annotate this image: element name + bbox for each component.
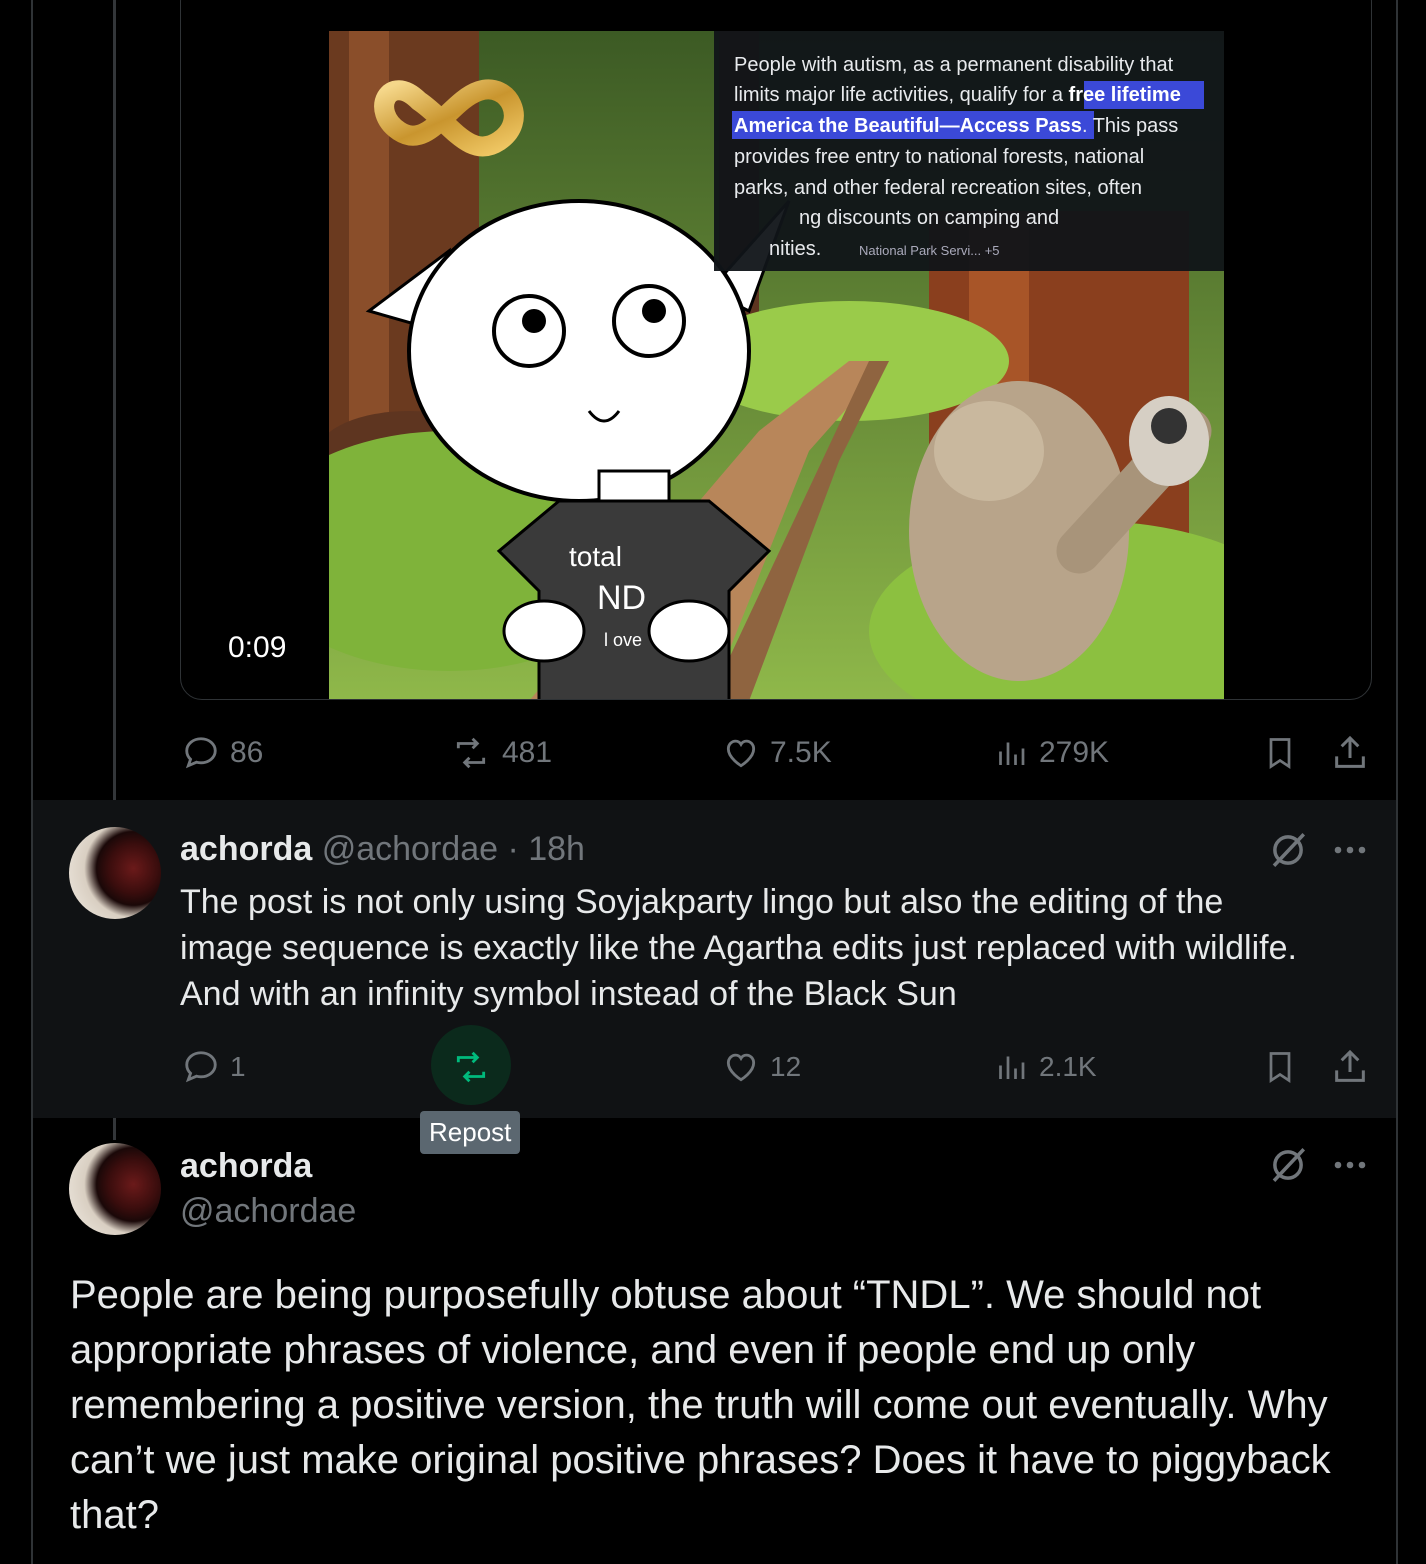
reply-count: 1 bbox=[230, 1051, 246, 1082]
author-handle[interactable]: @achordae bbox=[180, 1192, 356, 1230]
video-player[interactable]: total ND l ove People with autism, as a … bbox=[180, 0, 1372, 700]
view-count: 2.1K bbox=[1039, 1051, 1097, 1082]
like-count: 12 bbox=[770, 1051, 802, 1082]
repost-button[interactable]: 481 bbox=[450, 733, 552, 773]
views-button[interactable]: 279K bbox=[993, 733, 1109, 773]
avatar[interactable] bbox=[69, 827, 161, 919]
overlay-source: National Park Servi... +5 bbox=[859, 243, 1000, 258]
reply-text: The post is not only using Soyjakparty l… bbox=[180, 883, 1297, 1013]
repost-icon bbox=[456, 737, 486, 769]
repost-icon bbox=[456, 1051, 486, 1083]
repost-tooltip: Repost bbox=[420, 1111, 521, 1154]
shirt-text: l ove bbox=[604, 630, 642, 650]
bookmark-icon bbox=[1269, 1052, 1291, 1084]
repost-count: 481 bbox=[502, 736, 553, 769]
reply-button[interactable]: 86 bbox=[182, 733, 263, 773]
grok-icon[interactable] bbox=[1267, 829, 1309, 871]
main-author-name-row: achorda bbox=[180, 1147, 312, 1186]
bookmark-button[interactable] bbox=[1262, 1047, 1298, 1087]
overlay-text: limits major life activities, qualify fo… bbox=[734, 84, 1181, 106]
overlay-text: People with autism, as a permanent disab… bbox=[734, 54, 1174, 76]
reply-count: 86 bbox=[230, 736, 264, 769]
views-button[interactable]: 2.1K bbox=[993, 1047, 1097, 1087]
author-name[interactable]: achorda bbox=[180, 1147, 312, 1185]
video-timestamp: 0:09 bbox=[228, 631, 287, 664]
share-icon bbox=[1335, 735, 1365, 768]
timeline-border-left bbox=[31, 0, 33, 1564]
repost-button[interactable] bbox=[450, 1047, 492, 1087]
thread-line bbox=[113, 0, 116, 820]
shirt-text: ND bbox=[597, 579, 646, 617]
author-name[interactable]: achorda bbox=[180, 830, 312, 868]
video-frame: total ND l ove People with autism, as a … bbox=[329, 31, 1224, 699]
analytics-icon bbox=[999, 1056, 1025, 1079]
timeline-border-right bbox=[1396, 0, 1398, 1564]
heart-icon bbox=[726, 1053, 756, 1082]
more-icon[interactable] bbox=[1332, 835, 1368, 865]
reply-icon bbox=[185, 1051, 217, 1083]
overlay-text: provides free entry to national forests,… bbox=[734, 146, 1144, 168]
share-icon bbox=[1335, 1049, 1365, 1082]
shirt-text: total bbox=[569, 541, 622, 572]
view-count: 279K bbox=[1039, 736, 1110, 769]
share-button[interactable] bbox=[1330, 1047, 1370, 1087]
more-icon[interactable] bbox=[1332, 1150, 1368, 1180]
grok-icon[interactable] bbox=[1267, 1144, 1309, 1186]
main-author-handle-row: @achordae bbox=[180, 1192, 356, 1231]
like-count: 7.5K bbox=[770, 736, 832, 769]
overlay-text: parks, and other federal recreation site… bbox=[734, 177, 1142, 199]
avatar[interactable] bbox=[69, 1143, 161, 1235]
share-button[interactable] bbox=[1330, 733, 1370, 773]
reply-icon bbox=[185, 737, 217, 769]
reply-button[interactable]: 1 bbox=[182, 1047, 246, 1087]
main-post-text: People are being purposefully obtuse abo… bbox=[70, 1273, 1331, 1537]
bookmark-button[interactable] bbox=[1262, 733, 1298, 773]
video-still: total ND l ove People with autism, as a … bbox=[329, 31, 1224, 699]
bookmark-icon bbox=[1269, 738, 1291, 770]
overlay-text: America the Beautiful—Access Pass. This … bbox=[734, 115, 1178, 137]
overlay-text: nities. bbox=[769, 238, 821, 260]
analytics-icon bbox=[999, 742, 1025, 765]
heart-icon bbox=[726, 739, 756, 768]
like-button[interactable]: 12 bbox=[722, 1047, 801, 1087]
reply-author-line: achorda @achordae · 18h bbox=[180, 830, 585, 869]
overlay-text: ng discounts on camping and bbox=[799, 207, 1059, 229]
like-button[interactable]: 7.5K bbox=[722, 733, 832, 773]
author-handle[interactable]: @achordae · 18h bbox=[322, 830, 585, 868]
